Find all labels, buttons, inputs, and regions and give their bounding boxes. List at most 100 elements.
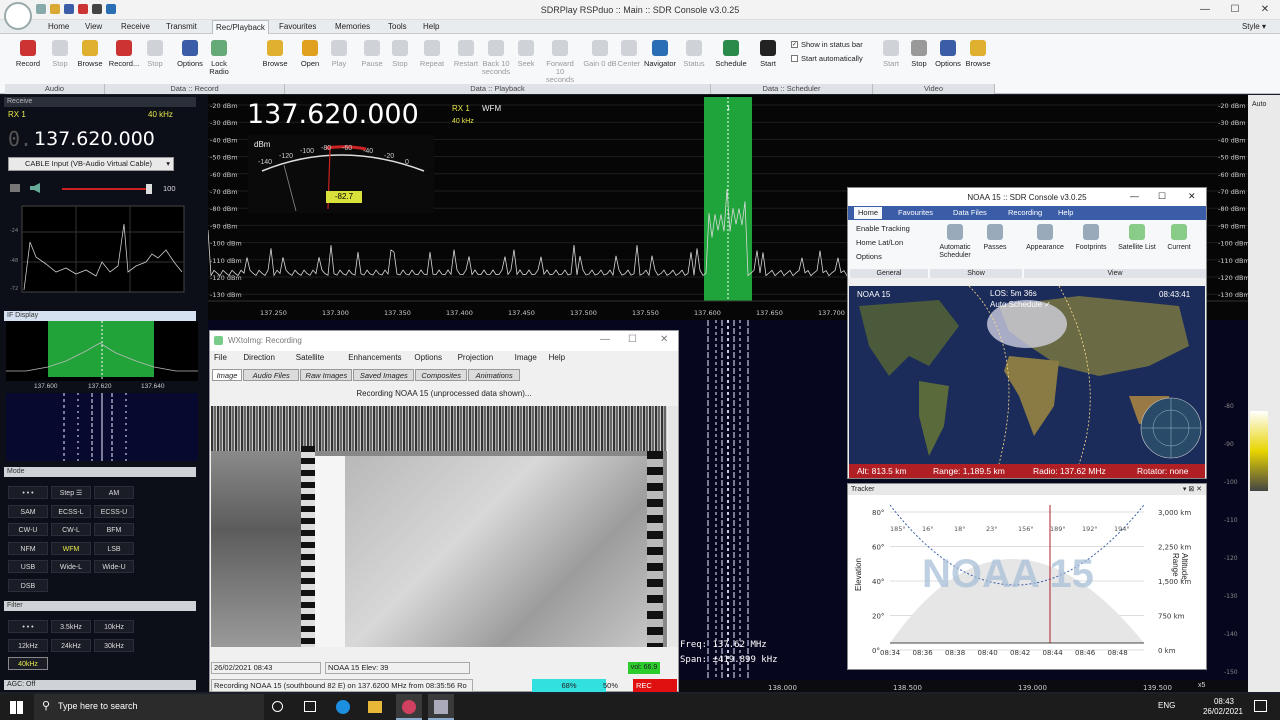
- wx-menu-projection[interactable]: Projection: [458, 353, 494, 362]
- wx-close-button[interactable]: ✕: [660, 334, 668, 345]
- filter-30khz[interactable]: 30kHz: [94, 638, 134, 652]
- mode-dsb[interactable]: DSB: [8, 578, 48, 592]
- wx-menu-satellite[interactable]: Satellite: [296, 353, 324, 362]
- show-in-status-bar-checkbox[interactable]: ✓ Show in status bar: [791, 40, 863, 49]
- ribbon-button-start[interactable]: Start: [750, 40, 786, 68]
- sdr-console-taskbar-button[interactable]: [396, 694, 422, 720]
- noaa-button-passes[interactable]: Passes: [974, 224, 1016, 252]
- wx-menu-file[interactable]: File: [214, 353, 227, 362]
- mode-ecss-u[interactable]: ECSS-U: [94, 504, 134, 518]
- rx-frequency[interactable]: 137.620.000: [34, 128, 155, 150]
- ribbon-button-play[interactable]: Play: [321, 40, 357, 68]
- ribbon-button-seek[interactable]: Seek: [508, 40, 544, 68]
- close-button[interactable]: ✕: [1250, 0, 1280, 20]
- noaa-button-appearance[interactable]: Appearance: [1024, 224, 1066, 252]
- apt-image[interactable]: [211, 406, 667, 647]
- ribbon-button-record[interactable]: Record: [10, 40, 46, 68]
- mode-cw-l[interactable]: CW-L: [51, 523, 91, 536]
- mode-step[interactable]: Step ☰: [51, 486, 91, 499]
- tab-favourites[interactable]: Favourites: [276, 20, 319, 34]
- mode-cw-u[interactable]: CW-U: [8, 523, 48, 536]
- noaa-home-lat-lon[interactable]: Home Lat/Lon: [856, 238, 903, 247]
- wx-tab-raw-images[interactable]: Raw Images: [300, 369, 353, 381]
- wx-menu-direction[interactable]: Direction: [243, 353, 275, 362]
- tab-help[interactable]: Help: [420, 20, 442, 34]
- noaa-tab-home[interactable]: Home: [854, 207, 883, 219]
- language-indicator[interactable]: ENG: [1158, 701, 1175, 710]
- wx-maximize-button[interactable]: ☐: [628, 334, 637, 345]
- filter-40khz[interactable]: 40kHz: [8, 657, 48, 670]
- style-menu[interactable]: Style ▾: [1242, 22, 1266, 31]
- noaa-enable-tracking[interactable]: Enable Tracking: [856, 224, 910, 233]
- mode-am[interactable]: AM: [94, 486, 134, 499]
- ribbon-button-stop[interactable]: Stop: [137, 40, 173, 68]
- wx-menu-help[interactable]: Help: [549, 353, 565, 362]
- wx-tab-animations[interactable]: Animations: [468, 369, 521, 381]
- tab-home[interactable]: Home: [45, 20, 72, 34]
- noaa-button-current[interactable]: Current: [1158, 224, 1200, 252]
- taskbar-search[interactable]: ⚲ Type here to search: [34, 694, 264, 720]
- filter-item[interactable]: • • •: [8, 620, 48, 633]
- mode-item[interactable]: • • •: [8, 486, 48, 499]
- mode-lsb[interactable]: LSB: [94, 541, 134, 555]
- app-orb-icon[interactable]: [4, 2, 32, 30]
- clock-date[interactable]: 26/02/2021: [1198, 707, 1248, 716]
- wx-tab-saved-images[interactable]: Saved Images: [353, 369, 415, 381]
- noaa-maximize-button[interactable]: ☐: [1158, 191, 1166, 202]
- ribbon-button-browse[interactable]: Browse: [72, 40, 108, 68]
- volume-slider[interactable]: [62, 184, 152, 194]
- world-map[interactable]: NOAA 15 LOS: 5m 36s Auto Schedule ✓ 08:4…: [849, 286, 1205, 464]
- ribbon-button-browse[interactable]: Browse: [960, 40, 996, 68]
- waterfall-color-bar[interactable]: [1250, 411, 1268, 491]
- noaa-button-footprints[interactable]: Footprints: [1070, 224, 1112, 252]
- noaa-tab-data-files[interactable]: Data Files: [949, 207, 991, 219]
- start-automatically-checkbox[interactable]: Start automatically: [791, 54, 863, 63]
- mode-wfm[interactable]: WFM: [51, 541, 91, 555]
- maximize-button[interactable]: ☐: [1220, 0, 1250, 20]
- ribbon-button-stop[interactable]: Stop: [382, 40, 418, 68]
- noaa-button-automatic-scheduler[interactable]: Automatic Scheduler: [934, 224, 976, 260]
- tab-memories[interactable]: Memories: [332, 20, 373, 34]
- wx-scrollbar[interactable]: [668, 406, 678, 647]
- ribbon-button-repeat[interactable]: Repeat: [414, 40, 450, 68]
- wx-tab-image[interactable]: Image: [212, 369, 242, 381]
- audio-input-select[interactable]: CABLE Input (VB-Audio Virtual Cable) ▾: [8, 157, 174, 171]
- tab-tools[interactable]: Tools: [385, 20, 410, 34]
- tab-view[interactable]: View: [82, 20, 105, 34]
- noaa-tab-help[interactable]: Help: [1054, 207, 1077, 219]
- minimize-button[interactable]: —: [1190, 0, 1220, 20]
- tab-rec-playback[interactable]: Rec/Playback: [212, 20, 269, 34]
- noaa-tab-favourites[interactable]: Favourites: [894, 207, 937, 219]
- ribbon-button-navigator[interactable]: Navigator: [642, 40, 678, 68]
- edge-icon[interactable]: [336, 700, 350, 714]
- windows-start-icon[interactable]: [10, 701, 23, 714]
- zoom-label[interactable]: x5: [1198, 682, 1205, 689]
- noaa-options[interactable]: Options: [856, 252, 882, 261]
- mode-usb[interactable]: USB: [8, 560, 48, 573]
- wx-menu-options[interactable]: Options: [414, 353, 442, 362]
- notifications-icon[interactable]: [1254, 700, 1267, 712]
- filter-12khz[interactable]: 12kHz: [8, 638, 48, 652]
- noaa-minimize-button[interactable]: —: [1130, 191, 1139, 201]
- ribbon-button-forward-10-seconds[interactable]: Forward 10 seconds: [542, 40, 578, 84]
- mode-nfm[interactable]: NFM: [8, 541, 48, 555]
- filter-3-5khz[interactable]: 3.5kHz: [51, 620, 91, 633]
- noaa-close-button[interactable]: ✕: [1188, 191, 1196, 202]
- wx-minimize-button[interactable]: —: [600, 334, 610, 345]
- wx-menu-image[interactable]: Image: [515, 353, 537, 362]
- mode-wide-l[interactable]: Wide-L: [51, 560, 91, 573]
- filter-24khz[interactable]: 24kHz: [51, 638, 91, 652]
- cortana-icon[interactable]: [272, 701, 283, 712]
- tab-transmit[interactable]: Transmit: [163, 20, 200, 34]
- wx-tab-composites[interactable]: Composites: [415, 369, 468, 381]
- tab-receive[interactable]: Receive: [118, 20, 153, 34]
- agc-status[interactable]: AGC: Off: [4, 680, 196, 690]
- clock-time[interactable]: 08:43: [1204, 697, 1244, 706]
- mode-sam[interactable]: SAM: [8, 504, 48, 518]
- mode-wide-u[interactable]: Wide-U: [94, 560, 134, 573]
- ribbon-button-schedule[interactable]: Schedule: [713, 40, 749, 68]
- noaa-tab-recording[interactable]: Recording: [1004, 207, 1046, 219]
- noaa-button-satellite-list[interactable]: Satellite List: [1116, 224, 1158, 252]
- wx-menu-enhancements[interactable]: Enhancements: [348, 353, 401, 362]
- task-view-icon[interactable]: [304, 701, 316, 712]
